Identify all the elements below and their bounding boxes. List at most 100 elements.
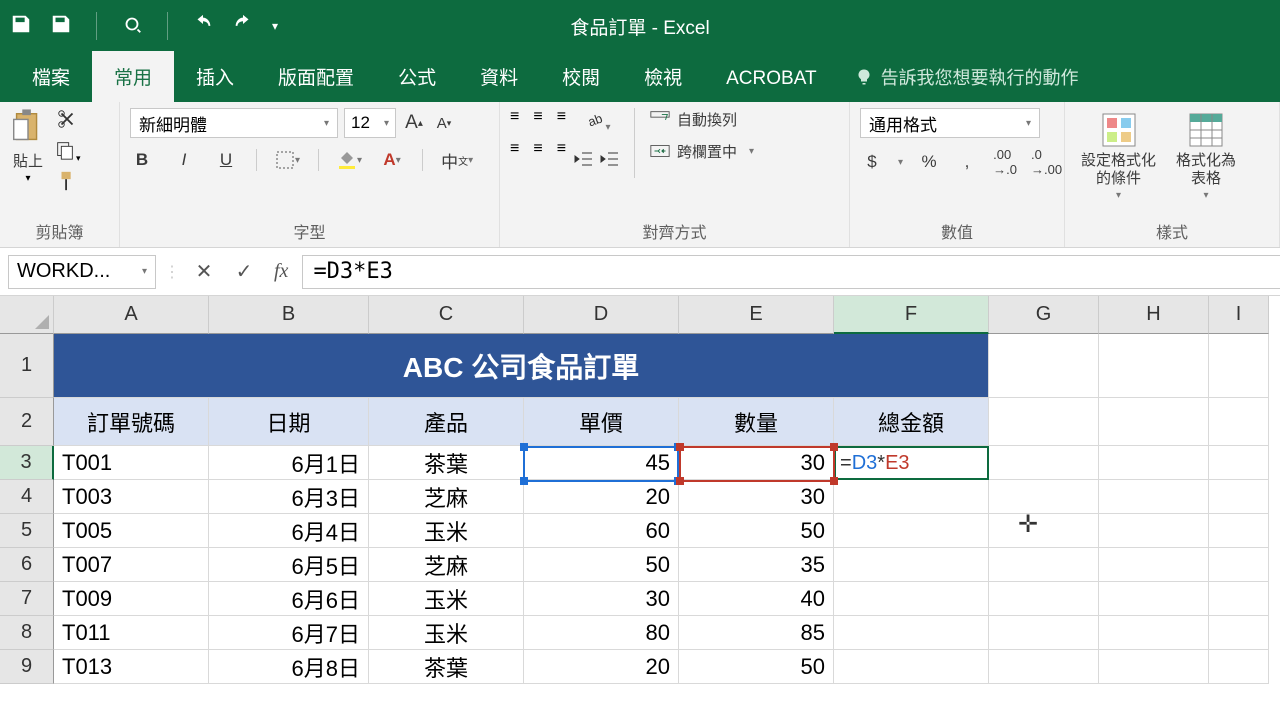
underline-button[interactable]: U — [214, 148, 238, 172]
align-top-icon[interactable]: ≡ — [510, 108, 519, 126]
cell[interactable] — [1209, 582, 1269, 616]
cell[interactable] — [1099, 514, 1209, 548]
align-center-icon[interactable]: ≡ — [533, 140, 542, 158]
paste-button[interactable]: 貼上 ▾ — [10, 108, 46, 184]
col-header[interactable]: C — [369, 296, 524, 334]
tab-formulas[interactable]: 公式 — [376, 51, 458, 102]
cell[interactable] — [834, 480, 989, 514]
cell[interactable] — [834, 582, 989, 616]
cell[interactable] — [1209, 616, 1269, 650]
header-cell[interactable]: 產品 — [369, 398, 524, 446]
row-header[interactable]: 2 — [0, 398, 54, 446]
cell[interactable] — [989, 446, 1099, 480]
tab-file[interactable]: 檔案 — [10, 51, 92, 102]
cell[interactable]: 茶葉 — [369, 650, 524, 684]
cell[interactable]: T011 — [54, 616, 209, 650]
cell[interactable]: T003 — [54, 480, 209, 514]
cell[interactable] — [1099, 480, 1209, 514]
cell[interactable]: 60 — [524, 514, 679, 548]
cell[interactable] — [1099, 616, 1209, 650]
cell[interactable] — [834, 514, 989, 548]
cell[interactable]: 6月6日 — [209, 582, 369, 616]
header-cell[interactable]: 數量 — [679, 398, 834, 446]
cell[interactable]: 6月4日 — [209, 514, 369, 548]
align-left-icon[interactable]: ≡ — [510, 140, 519, 158]
cell[interactable] — [834, 616, 989, 650]
undo-icon[interactable] — [192, 13, 214, 40]
col-header[interactable]: F — [834, 296, 989, 334]
worksheet-grid[interactable]: A B C D E F G H I 1 ABC 公司食品訂單 2 訂單號碼 日期… — [0, 296, 1280, 684]
col-header[interactable]: G — [989, 296, 1099, 334]
col-header[interactable]: D — [524, 296, 679, 334]
touch-mode-icon[interactable] — [121, 13, 143, 40]
orientation-icon[interactable]: ab▾ — [584, 108, 611, 135]
decrease-indent-icon[interactable] — [574, 149, 594, 174]
cell[interactable]: 芝麻 — [369, 480, 524, 514]
cell[interactable] — [1099, 446, 1209, 480]
cell[interactable]: 茶葉 — [369, 446, 524, 480]
tab-insert[interactable]: 插入 — [174, 51, 256, 102]
tab-data[interactable]: 資料 — [458, 51, 540, 102]
row-header[interactable]: 3 — [0, 446, 54, 480]
font-color-button[interactable]: A▾ — [380, 148, 404, 172]
tab-layout[interactable]: 版面配置 — [256, 51, 376, 102]
increase-indent-icon[interactable] — [600, 149, 620, 174]
cell[interactable] — [1209, 548, 1269, 582]
align-middle-icon[interactable]: ≡ — [533, 108, 542, 126]
cell[interactable] — [1209, 514, 1269, 548]
cell[interactable]: 85 — [679, 616, 834, 650]
cell[interactable]: 玉米 — [369, 582, 524, 616]
merge-center-button[interactable]: 跨欄置中▾ — [649, 140, 754, 162]
cell[interactable]: T005 — [54, 514, 209, 548]
header-cell[interactable]: 總金額 — [834, 398, 989, 446]
cell[interactable] — [989, 650, 1099, 684]
border-button[interactable]: ▾ — [275, 148, 300, 172]
cell[interactable]: 50 — [679, 650, 834, 684]
cell[interactable]: T013 — [54, 650, 209, 684]
tab-view[interactable]: 檢視 — [622, 51, 704, 102]
row-header[interactable]: 9 — [0, 650, 54, 684]
cell[interactable]: 80 — [524, 616, 679, 650]
cell[interactable] — [1209, 446, 1269, 480]
tab-acrobat[interactable]: ACROBAT — [704, 56, 838, 102]
save-as-icon[interactable] — [50, 13, 72, 40]
tab-home[interactable]: 常用 — [92, 51, 174, 102]
comma-button[interactable]: , — [955, 150, 979, 174]
cell[interactable] — [1099, 548, 1209, 582]
tab-review[interactable]: 校閱 — [540, 51, 622, 102]
cell[interactable]: 20 — [524, 480, 679, 514]
cell[interactable]: =D3*E3 — [834, 446, 989, 480]
header-cell[interactable]: 單價 — [524, 398, 679, 446]
cell[interactable]: 30 — [679, 446, 834, 480]
cut-icon[interactable] — [56, 108, 78, 135]
fx-icon[interactable]: fx — [274, 260, 288, 283]
header-cell[interactable]: 訂單號碼 — [54, 398, 209, 446]
qat-more-icon[interactable]: ▾ — [272, 19, 278, 33]
cell[interactable] — [1099, 650, 1209, 684]
decrease-decimal-icon[interactable]: .0→.00 — [1031, 150, 1062, 174]
cell[interactable]: 6月7日 — [209, 616, 369, 650]
col-header[interactable]: A — [54, 296, 209, 334]
cell[interactable] — [1209, 480, 1269, 514]
align-right-icon[interactable]: ≡ — [557, 140, 566, 158]
font-size-select[interactable]: 12▾ — [344, 108, 396, 138]
title-cell[interactable]: ABC 公司食品訂單 — [54, 334, 989, 398]
cell[interactable]: 30 — [679, 480, 834, 514]
percent-button[interactable]: % — [917, 150, 941, 174]
phonetic-button[interactable]: 中文▾ — [441, 148, 473, 172]
col-header[interactable]: B — [209, 296, 369, 334]
cell[interactable]: T001 — [54, 446, 209, 480]
fill-color-button[interactable]: ▾ — [337, 148, 362, 172]
cell[interactable]: 50 — [524, 548, 679, 582]
col-header[interactable]: H — [1099, 296, 1209, 334]
tell-me[interactable]: 告訴我您想要執行的動作 — [839, 52, 1095, 102]
cell[interactable] — [989, 480, 1099, 514]
cell[interactable]: T007 — [54, 548, 209, 582]
row-header[interactable]: 4 — [0, 480, 54, 514]
cell[interactable]: 6月5日 — [209, 548, 369, 582]
conditional-format-button[interactable]: 設定格式化 的條件▾ — [1075, 108, 1162, 203]
increase-font-icon[interactable]: A▴ — [402, 111, 426, 135]
align-bottom-icon[interactable]: ≡ — [557, 108, 566, 126]
cancel-icon[interactable]: ✕ — [194, 262, 214, 282]
select-all-corner[interactable] — [0, 296, 54, 334]
